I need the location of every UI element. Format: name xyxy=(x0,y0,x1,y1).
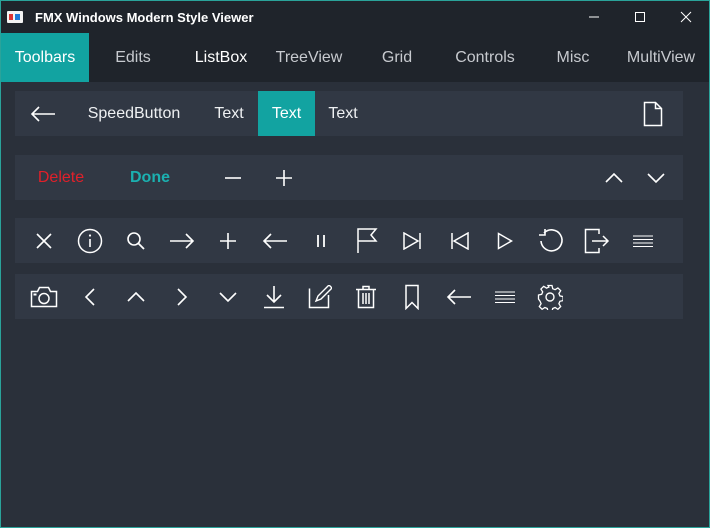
document-icon xyxy=(643,101,663,126)
title-bar: FMX Windows Modern Style Viewer xyxy=(1,1,709,33)
left-button[interactable] xyxy=(70,274,110,319)
camera-icon xyxy=(30,286,58,307)
minus-icon xyxy=(225,176,241,179)
chevron-left-icon xyxy=(84,287,95,306)
bookmark-button[interactable] xyxy=(392,274,432,319)
arrow-right-icon xyxy=(170,232,195,249)
tab-listbox[interactable]: ListBox xyxy=(177,33,265,82)
text-button-3[interactable]: Text xyxy=(315,91,371,136)
chevron-up-icon xyxy=(605,172,623,183)
arrow-left-icon xyxy=(30,105,55,122)
right-button[interactable] xyxy=(162,274,202,319)
info-button[interactable] xyxy=(70,218,110,263)
maximize-button[interactable] xyxy=(617,1,663,33)
exit-button[interactable] xyxy=(577,218,617,263)
edit-icon xyxy=(308,284,332,308)
toolbar-4 xyxy=(15,274,683,319)
search-button[interactable] xyxy=(116,218,156,263)
plus-icon xyxy=(276,169,292,186)
exit-icon xyxy=(584,228,610,253)
window-title: FMX Windows Modern Style Viewer xyxy=(35,9,254,25)
chevron-down-icon xyxy=(219,291,237,302)
document-button[interactable] xyxy=(633,91,673,136)
delete-icon-button[interactable] xyxy=(346,274,386,319)
search-icon xyxy=(127,231,145,250)
edit-button[interactable] xyxy=(300,274,340,319)
refresh-icon xyxy=(539,228,563,252)
text-button-2[interactable]: Text xyxy=(258,91,315,136)
download-icon xyxy=(264,285,284,308)
up-button[interactable] xyxy=(594,155,634,200)
chevron-right-icon xyxy=(177,287,188,306)
refresh-button[interactable] xyxy=(531,218,571,263)
tab-grid[interactable]: Grid xyxy=(353,33,441,82)
minimize-icon xyxy=(589,16,599,18)
minus-button[interactable] xyxy=(213,155,253,200)
delete-button[interactable]: Delete xyxy=(25,155,97,200)
tab-multiview[interactable]: MultiView xyxy=(617,33,705,82)
flag-button[interactable] xyxy=(347,218,387,263)
menu-icon xyxy=(495,291,515,303)
maximize-icon xyxy=(635,12,645,22)
done-button[interactable]: Done xyxy=(115,155,185,200)
app-window: FMX Windows Modern Style Viewer Toolbars… xyxy=(0,0,710,528)
toolbar-1: SpeedButton Text Text Text xyxy=(15,91,683,136)
pause-button[interactable] xyxy=(301,218,341,263)
forward-button[interactable] xyxy=(162,218,202,263)
back-button-tb[interactable] xyxy=(255,218,295,263)
close-button-tb[interactable] xyxy=(24,218,64,263)
plus-icon xyxy=(220,232,236,249)
up-button-tb[interactable] xyxy=(116,274,156,319)
toolbar-2: Delete Done xyxy=(15,155,683,200)
chevron-up-icon xyxy=(127,291,145,302)
skip-previous-icon xyxy=(451,231,469,250)
pause-icon xyxy=(317,234,325,247)
plus-button[interactable] xyxy=(264,155,304,200)
bookmark-icon xyxy=(405,284,419,310)
skip-next-icon xyxy=(403,231,421,250)
app-icon xyxy=(7,11,23,23)
add-button[interactable] xyxy=(208,218,248,263)
menu-button-tb[interactable] xyxy=(485,274,525,319)
close-icon xyxy=(36,232,52,249)
close-button[interactable] xyxy=(663,1,709,33)
gear-icon xyxy=(537,284,563,310)
skip-next-button[interactable] xyxy=(393,218,433,263)
close-icon xyxy=(680,11,692,23)
info-icon xyxy=(77,228,103,253)
down-button-tb[interactable] xyxy=(208,274,248,319)
tab-controls[interactable]: Controls xyxy=(441,33,529,82)
minimize-button[interactable] xyxy=(571,1,617,33)
back-button-tb2[interactable] xyxy=(439,274,479,319)
down-button[interactable] xyxy=(636,155,676,200)
tab-bar: Toolbars Edits ListBox TreeView Grid Con… xyxy=(1,33,709,82)
text-button-1[interactable]: Text xyxy=(201,91,257,136)
menu-button[interactable] xyxy=(623,218,663,263)
window-controls xyxy=(571,1,709,33)
arrow-left-icon xyxy=(446,288,471,305)
flag-icon xyxy=(357,227,378,253)
back-button[interactable] xyxy=(23,91,63,136)
tab-edits[interactable]: Edits xyxy=(89,33,177,82)
tab-misc[interactable]: Misc xyxy=(529,33,617,82)
arrow-left-icon xyxy=(262,232,287,249)
download-button[interactable] xyxy=(254,274,294,319)
toolbar-3 xyxy=(15,218,683,263)
camera-button[interactable] xyxy=(24,274,64,319)
skip-previous-button[interactable] xyxy=(439,218,479,263)
tab-toolbars[interactable]: Toolbars xyxy=(1,33,89,82)
settings-button[interactable] xyxy=(530,274,570,319)
speed-button[interactable]: SpeedButton xyxy=(77,91,191,136)
trash-icon xyxy=(356,285,376,308)
tab-treeview[interactable]: TreeView xyxy=(265,33,353,82)
play-icon xyxy=(497,231,513,250)
chevron-down-icon xyxy=(647,172,665,183)
play-button[interactable] xyxy=(485,218,525,263)
menu-icon xyxy=(633,235,653,247)
